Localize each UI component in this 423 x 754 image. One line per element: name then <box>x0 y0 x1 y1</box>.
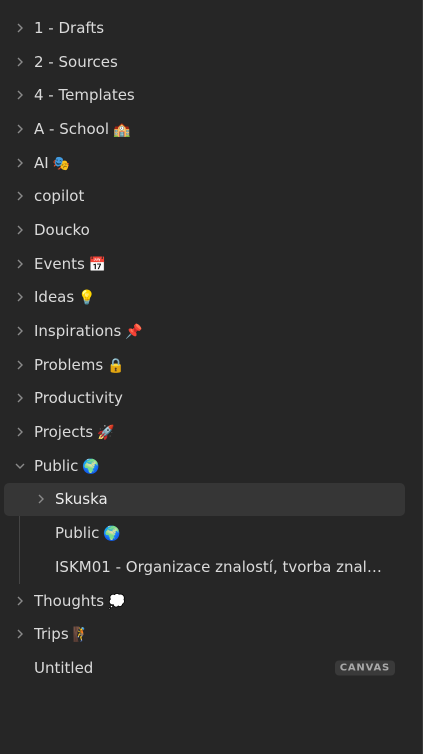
folder-label: Problems 🔒 <box>34 355 125 374</box>
file-public[interactable]: Public 🌍 <box>0 516 410 550</box>
chevron-right-icon[interactable] <box>13 21 27 35</box>
theater-masks-emoji-icon: 🎭 <box>52 155 71 172</box>
canvas-badge: CANVAS <box>334 660 395 676</box>
folder-events[interactable]: Events 📅 <box>0 247 410 281</box>
file-tree: 1 - Drafts 2 - Sources 4 - Templates A -… <box>0 11 410 685</box>
folder-thoughts[interactable]: Thoughts 💭 <box>0 584 410 618</box>
chevron-right-icon[interactable] <box>13 290 27 304</box>
folder-public[interactable]: Public 🌍 <box>0 449 410 483</box>
folder-copilot[interactable]: copilot <box>0 179 410 213</box>
folder-label: Inspirations 📌 <box>34 322 143 341</box>
pushpin-emoji-icon: 📌 <box>125 324 143 341</box>
chevron-right-icon[interactable] <box>13 55 27 69</box>
globe-emoji-icon: 🌍 <box>103 526 121 543</box>
folder-label: Skuska <box>55 490 108 509</box>
file-label: Public 🌍 <box>55 524 121 543</box>
folder-inspirations[interactable]: Inspirations 📌 <box>0 314 410 348</box>
rocket-emoji-icon: 🚀 <box>97 425 115 442</box>
folder-label: Thoughts 💭 <box>34 591 126 610</box>
folder-ai[interactable]: AI 🎭 <box>0 146 410 180</box>
calendar-emoji-icon: 📅 <box>88 256 107 273</box>
chevron-right-icon[interactable] <box>13 189 27 203</box>
folder-doucko[interactable]: Doucko <box>0 213 410 247</box>
folder-label: Public 🌍 <box>34 456 100 475</box>
file-untitled[interactable]: Untitled CANVAS <box>0 651 410 685</box>
folder-label: Productivity <box>34 389 123 408</box>
file-label: Untitled <box>34 658 94 677</box>
folder-label: 4 - Templates <box>34 86 135 105</box>
chevron-right-icon[interactable] <box>13 223 27 237</box>
folder-label: Trips 🧗 <box>34 625 91 644</box>
folder-label: Events 📅 <box>34 254 107 273</box>
folder-2-sources[interactable]: 2 - Sources <box>0 45 410 79</box>
file-label: ISKM01 - Organizace znalostí, tvorba zna… <box>55 557 385 576</box>
chevron-right-icon[interactable] <box>13 358 27 372</box>
globe-emoji-icon: 🌍 <box>82 458 100 475</box>
folder-label: Ideas 💡 <box>34 288 96 307</box>
chevron-right-icon[interactable] <box>34 492 48 506</box>
folder-label: A - School 🏫 <box>34 119 131 138</box>
chevron-right-icon[interactable] <box>13 257 27 271</box>
chevron-right-icon[interactable] <box>13 594 27 608</box>
folder-1-drafts[interactable]: 1 - Drafts <box>0 11 410 45</box>
folder-label: 2 - Sources <box>34 52 118 71</box>
thought-balloon-emoji-icon: 💭 <box>108 593 126 610</box>
folder-label: Projects 🚀 <box>34 423 115 442</box>
chevron-right-icon[interactable] <box>13 324 27 338</box>
folder-a-school[interactable]: A - School 🏫 <box>0 112 410 146</box>
lightbulb-emoji-icon: 💡 <box>78 290 96 307</box>
climber-emoji-icon: 🧗 <box>72 627 91 644</box>
folder-public-children: Skuska Public 🌍 ISKM01 - Organizace znalo… <box>0 482 410 584</box>
chevron-right-icon[interactable] <box>13 391 27 405</box>
folder-skuska[interactable]: Skuska <box>4 482 405 517</box>
folder-ideas[interactable]: Ideas 💡 <box>0 281 410 315</box>
folder-4-templates[interactable]: 4 - Templates <box>0 78 410 112</box>
folder-label: 1 - Drafts <box>34 18 105 37</box>
chevron-right-icon[interactable] <box>13 88 27 102</box>
chevron-down-icon[interactable] <box>13 459 27 473</box>
folder-productivity[interactable]: Productivity <box>0 382 410 416</box>
file-iskm01[interactable]: ISKM01 - Organizace znalostí, tvorba zna… <box>0 550 410 584</box>
chevron-right-icon[interactable] <box>13 425 27 439</box>
folder-label: copilot <box>34 187 85 206</box>
folder-label: Doucko <box>34 220 90 239</box>
chevron-right-icon[interactable] <box>13 627 27 641</box>
folder-trips[interactable]: Trips 🧗 <box>0 617 410 651</box>
school-emoji-icon: 🏫 <box>113 121 131 138</box>
lock-emoji-icon: 🔒 <box>107 357 125 374</box>
folder-projects[interactable]: Projects 🚀 <box>0 415 410 449</box>
folder-problems[interactable]: Problems 🔒 <box>0 348 410 382</box>
chevron-right-icon[interactable] <box>13 156 27 170</box>
folder-label: AI 🎭 <box>34 153 71 172</box>
chevron-right-icon[interactable] <box>13 122 27 136</box>
